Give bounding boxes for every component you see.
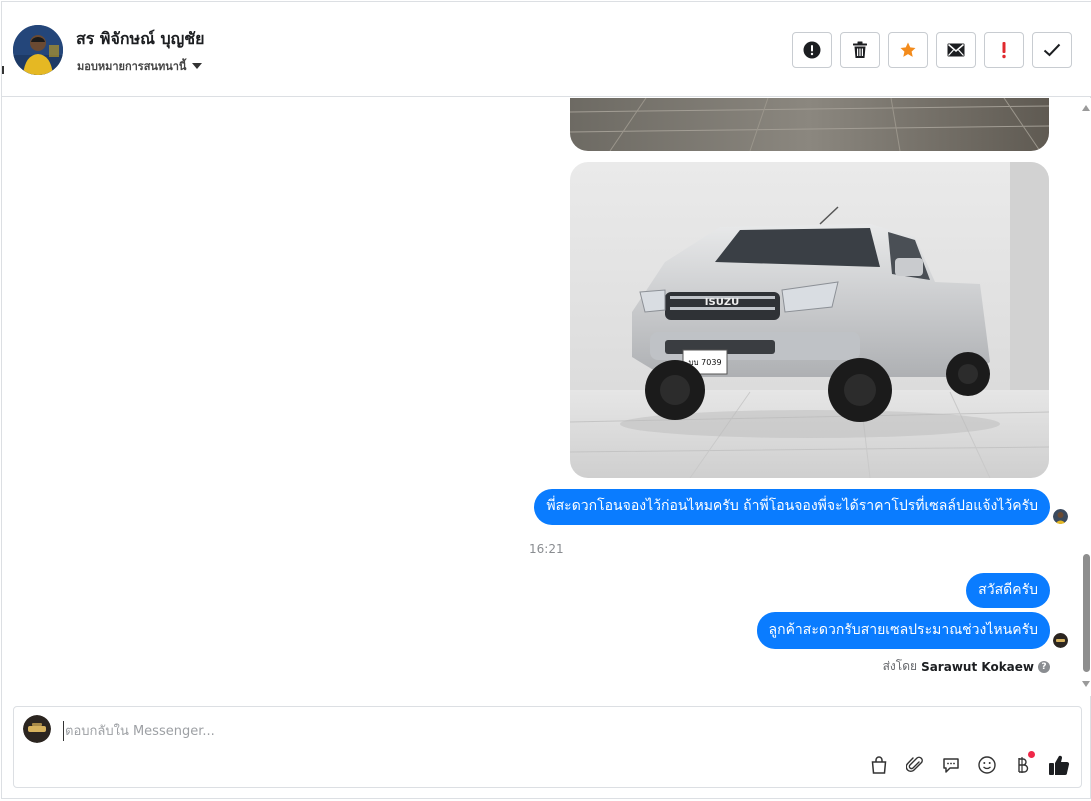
conversation-header: สร พิจักษณ์ บุญชัย มอบหมายการสนทนานี้ (2, 2, 1091, 97)
trash-icon (853, 41, 867, 58)
payment-button[interactable] (1011, 751, 1035, 777)
important-button[interactable] (984, 32, 1024, 68)
contact-avatar[interactable] (13, 25, 63, 75)
shop-bag-button[interactable] (867, 753, 891, 777)
svg-text:บบ 7039: บบ 7039 (688, 358, 721, 367)
paperclip-icon (906, 756, 923, 773)
thread-scrollbar[interactable] (1081, 98, 1091, 696)
sent-by-label: ส่งโดย (882, 659, 918, 673)
mark-done-button[interactable] (1032, 32, 1072, 68)
report-spam-button[interactable] (792, 32, 832, 68)
contact-name: สร พิจักษณ์ บุญชัย (76, 29, 205, 48)
exclamation-icon (1002, 42, 1006, 59)
like-button[interactable] (1047, 753, 1071, 777)
car-photo-attachment[interactable]: ISUZU บบ 7039 (570, 162, 1049, 478)
outgoing-message[interactable]: พี่สะดวกโอนจองไว้ก่อนไหมครับ ถ้าพี่โอนจอ… (534, 489, 1050, 525)
message-thread[interactable]: ISUZU บบ 7039 พี่สะดวกโอนจองไว้ก่อนไหมคร… (2, 98, 1091, 696)
outgoing-message[interactable]: ลูกค้าสะดวกรับสายเซลประมาณช่วงไหนครับ (756, 612, 1050, 649)
star-button[interactable] (888, 32, 928, 68)
star-icon (900, 42, 916, 57)
attach-button[interactable] (903, 753, 927, 777)
outgoing-message[interactable]: สวัสดีครับ (966, 573, 1050, 608)
emoji-button[interactable] (975, 753, 999, 777)
caret-down-icon (192, 63, 203, 69)
scroll-down-arrow-icon[interactable] (1082, 681, 1090, 687)
shopping-bag-icon (871, 756, 887, 774)
edge-marker (2, 66, 4, 74)
exclamation-circle-icon (803, 41, 821, 59)
sent-by-line: ส่งโดย Sarawut Kokaew ? (883, 657, 1050, 676)
notification-dot (1028, 751, 1035, 758)
chat-bubble-icon (943, 758, 959, 773)
previous-photo-attachment[interactable] (570, 98, 1049, 151)
smiley-icon (978, 756, 996, 774)
reply-composer (13, 706, 1082, 788)
reply-input[interactable] (63, 721, 1053, 741)
assign-conversation-dropdown[interactable]: มอบหมายการสนทนานี้ (77, 57, 203, 75)
mark-unread-button[interactable] (936, 32, 976, 68)
baht-icon (1018, 757, 1029, 773)
read-receipt-avatar (1053, 509, 1068, 524)
message-timestamp: 16:21 (529, 542, 564, 556)
sender-name[interactable]: Sarawut Kokaew (921, 660, 1034, 674)
scroll-up-arrow-icon[interactable] (1082, 105, 1090, 111)
delete-button[interactable] (840, 32, 880, 68)
composer-toolbar (867, 751, 1071, 777)
saved-replies-button[interactable] (939, 753, 963, 777)
scrollbar-thumb[interactable] (1083, 554, 1090, 672)
check-icon (1043, 43, 1061, 57)
svg-text:ISUZU: ISUZU (705, 297, 739, 308)
envelope-icon (947, 43, 965, 57)
conversation-toolbar (792, 32, 1072, 68)
messenger-inbox-panel: สร พิจักษณ์ บุญชัย มอบหมายการสนทนานี้ IS… (1, 1, 1091, 799)
assign-label: มอบหมายการสนทนานี้ (77, 60, 187, 73)
sender-avatar (1053, 633, 1068, 648)
help-icon[interactable]: ? (1038, 660, 1050, 673)
page-avatar (23, 715, 51, 743)
thumbs-up-icon (1049, 755, 1070, 775)
